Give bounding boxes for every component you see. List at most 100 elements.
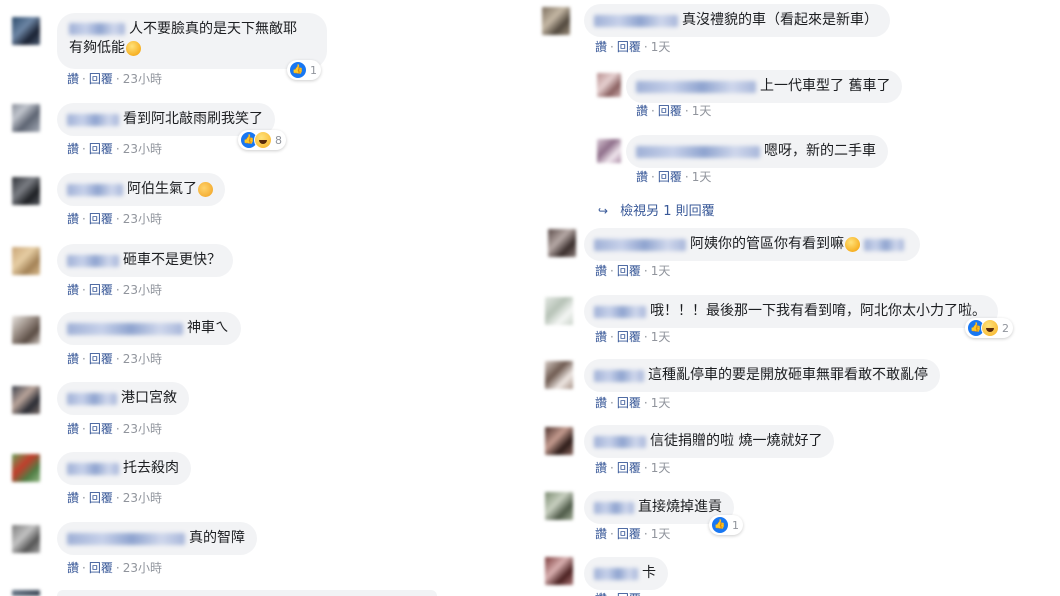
like-link[interactable]: 讚 [67, 352, 79, 366]
commenter-name[interactable] [594, 14, 678, 27]
like-link[interactable]: 讚 [67, 283, 79, 297]
like-link[interactable]: 讚 [595, 592, 607, 596]
like-link[interactable]: 讚 [67, 491, 79, 505]
reply-link[interactable]: 回覆 [89, 72, 113, 86]
commenter-name[interactable] [67, 392, 117, 405]
mentioned-name[interactable] [864, 238, 904, 251]
avatar[interactable] [12, 17, 40, 45]
avatar[interactable] [12, 316, 40, 344]
timestamp[interactable]: 23小時 [123, 212, 162, 226]
reply-link[interactable]: 回覆 [89, 352, 113, 366]
timestamp[interactable]: 23小時 [123, 422, 162, 436]
reply-link[interactable]: 回覆 [617, 396, 641, 410]
reply-link[interactable]: 回覆 [617, 264, 641, 278]
avatar[interactable] [545, 557, 573, 585]
timestamp[interactable]: 23小時 [123, 491, 162, 505]
reply-link[interactable]: 回覆 [89, 283, 113, 297]
like-link[interactable]: 讚 [67, 142, 79, 156]
reply-link[interactable]: 回覆 [658, 104, 682, 118]
avatar[interactable] [545, 492, 573, 520]
commenter-name[interactable] [594, 238, 686, 251]
commenter-name[interactable] [67, 113, 119, 126]
reply-link[interactable]: 回覆 [617, 527, 641, 541]
comment-actions: 讚 · 回覆 · 23小時 [67, 72, 162, 86]
like-link[interactable]: 讚 [67, 72, 79, 86]
commenter-name[interactable] [594, 305, 646, 318]
commenter-name[interactable] [67, 322, 183, 335]
like-link[interactable]: 讚 [595, 396, 607, 410]
comment-actions: 讚 · 回覆 · 1天 [636, 104, 712, 118]
timestamp[interactable]: 1天 [651, 527, 671, 541]
reply-link[interactable]: 回覆 [617, 592, 641, 596]
rolling-eyes-emoji-icon [126, 40, 141, 56]
timestamp[interactable]: 23小時 [123, 561, 162, 575]
avatar[interactable] [12, 590, 40, 596]
commenter-name[interactable] [594, 567, 638, 580]
commenter-name[interactable] [67, 254, 119, 267]
like-link[interactable]: 讚 [636, 104, 648, 118]
commenter-name[interactable] [636, 145, 760, 158]
avatar[interactable] [12, 454, 40, 482]
timestamp[interactable]: 1天 [651, 264, 671, 278]
reply-link[interactable]: 回覆 [89, 422, 113, 436]
like-link[interactable]: 讚 [67, 422, 79, 436]
reaction-summary[interactable]: 👍 8 [238, 130, 286, 150]
timestamp[interactable]: 1天 [651, 330, 671, 344]
reply-link[interactable]: 回覆 [617, 330, 641, 344]
commenter-name[interactable] [67, 532, 185, 545]
comment-bubble: 真的智障 [57, 522, 257, 555]
commenter-name[interactable] [594, 501, 634, 514]
like-link[interactable]: 讚 [595, 527, 607, 541]
timestamp[interactable]: 23小時 [123, 352, 162, 366]
reaction-summary[interactable]: 👍 2 [965, 318, 1013, 338]
commenter-name[interactable] [594, 369, 644, 382]
reply-link[interactable]: 回覆 [89, 212, 113, 226]
reply-link[interactable]: 回覆 [89, 142, 113, 156]
timestamp[interactable]: 23小時 [123, 142, 162, 156]
reaction-count: 1 [732, 518, 739, 532]
reaction-summary[interactable]: 👍 1 [709, 515, 743, 535]
reaction-summary[interactable]: 👍 1 [287, 60, 321, 80]
avatar[interactable] [597, 139, 621, 163]
reply-link[interactable]: 回覆 [89, 491, 113, 505]
like-link[interactable]: 讚 [595, 461, 607, 475]
reply-link[interactable]: 回覆 [658, 170, 682, 184]
like-link[interactable]: 讚 [595, 264, 607, 278]
avatar[interactable] [12, 525, 40, 553]
comment-actions: 讚 · 回覆 · 1天 [595, 264, 671, 278]
like-link[interactable]: 讚 [67, 561, 79, 575]
avatar[interactable] [12, 386, 40, 414]
avatar[interactable] [545, 297, 573, 325]
commenter-name[interactable] [594, 435, 646, 448]
avatar[interactable] [12, 177, 40, 205]
timestamp[interactable]: 23小時 [123, 283, 162, 297]
timestamp[interactable]: 1天 [692, 104, 712, 118]
like-link[interactable]: 讚 [67, 212, 79, 226]
reply-link[interactable]: 回覆 [617, 461, 641, 475]
comment-actions: 讚 · 回覆 · 1天 [595, 396, 671, 410]
avatar[interactable] [12, 247, 40, 275]
timestamp[interactable]: 23小時 [123, 72, 162, 86]
avatar[interactable] [545, 361, 573, 389]
avatar[interactable] [548, 229, 576, 257]
timestamp[interactable]: 1天 [651, 461, 671, 475]
commenter-name[interactable] [67, 183, 123, 196]
comment-text: 港口宮敘 [121, 390, 177, 406]
avatar[interactable] [545, 427, 573, 455]
commenter-name[interactable] [67, 462, 119, 475]
like-link[interactable]: 讚 [636, 170, 648, 184]
reply-link[interactable]: 回覆 [89, 561, 113, 575]
avatar[interactable] [12, 104, 40, 132]
view-more-replies-link[interactable]: ↪ 檢視另 1 則回覆 [598, 200, 715, 219]
timestamp[interactable]: 1天 [651, 40, 671, 54]
avatar[interactable] [597, 73, 621, 97]
timestamp[interactable]: 1天 [651, 396, 671, 410]
reply-link[interactable]: 回覆 [617, 40, 641, 54]
like-link[interactable]: 讚 [595, 330, 607, 344]
timestamp[interactable]: 1天 [692, 170, 712, 184]
haha-reaction-icon [981, 319, 999, 337]
commenter-name[interactable] [636, 80, 756, 93]
avatar[interactable] [542, 7, 570, 35]
commenter-name[interactable] [69, 23, 125, 35]
like-link[interactable]: 讚 [595, 40, 607, 54]
